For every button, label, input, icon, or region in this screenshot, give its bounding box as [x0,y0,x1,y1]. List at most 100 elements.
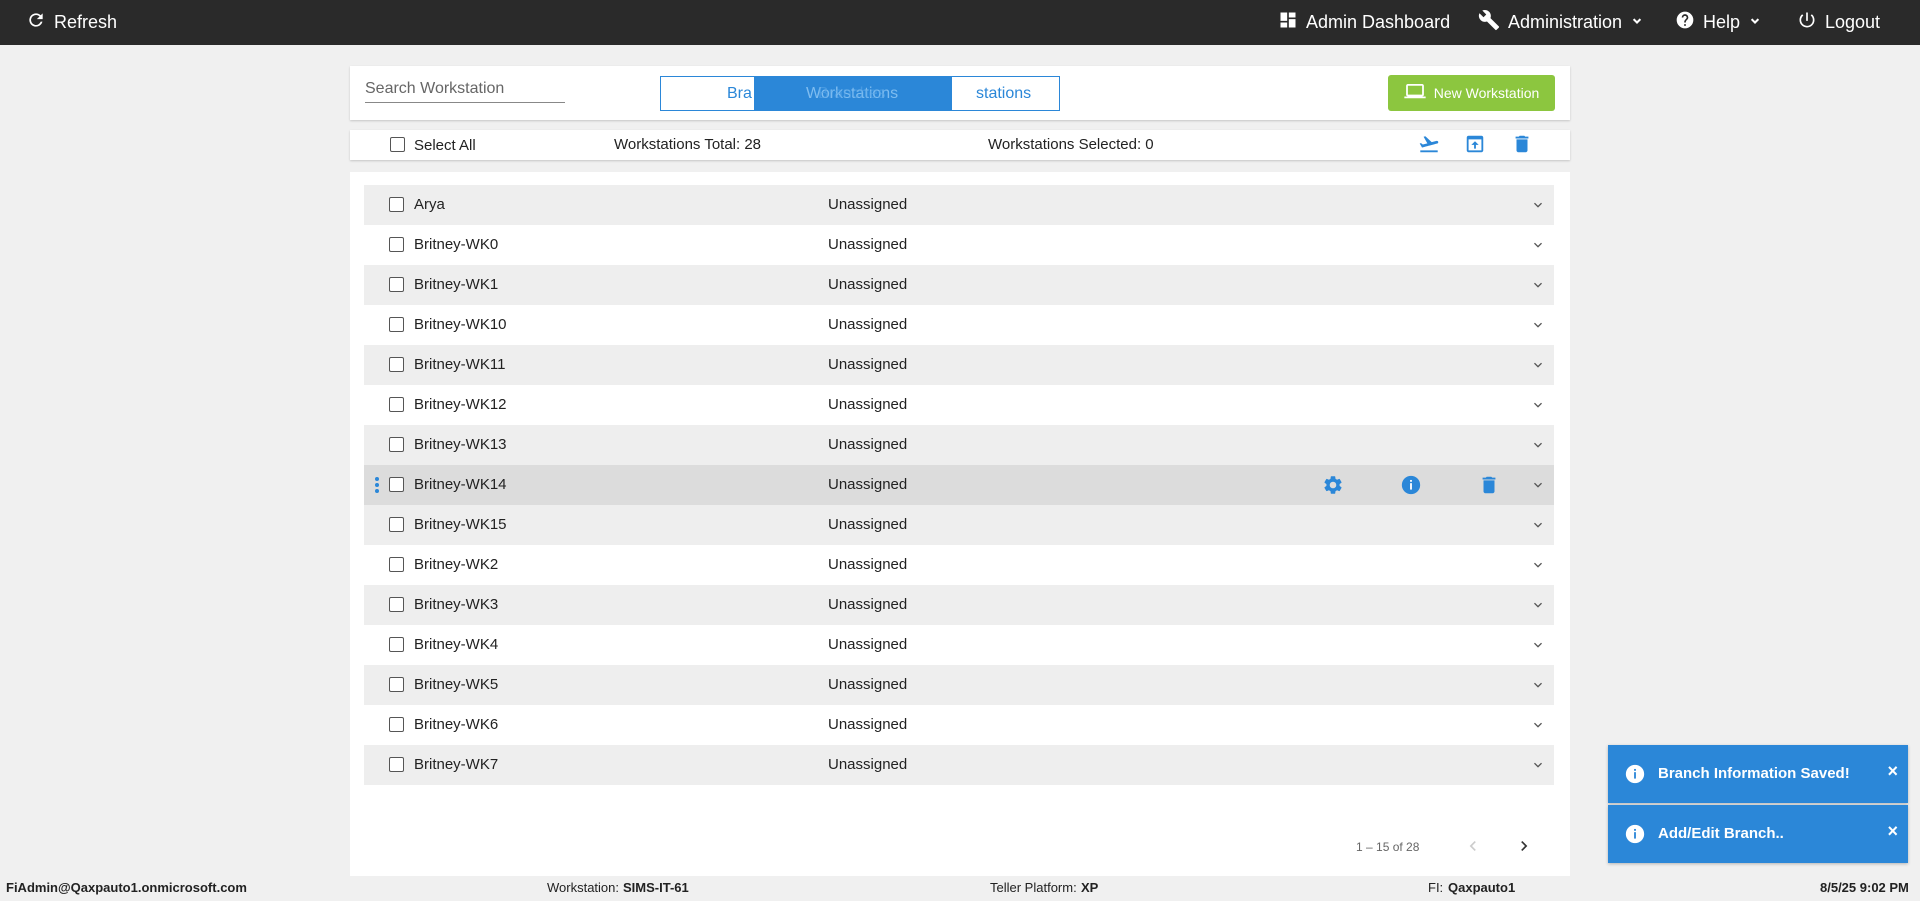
row-checkbox[interactable] [389,477,404,492]
tab-workstations-right[interactable]: stations [976,77,1031,110]
row-checkbox[interactable] [389,437,404,452]
row-checkbox[interactable] [389,557,404,572]
table-row[interactable]: Britney-WK7 Unassigned [364,745,1554,785]
branch-assignment: Unassigned [828,636,908,653]
next-page-button[interactable] [1514,836,1534,861]
table-row[interactable]: Britney-WK13 Unassigned [364,425,1554,465]
row-checkbox[interactable] [389,317,404,332]
drag-handle-icon[interactable] [374,476,380,498]
row-checkbox[interactable] [389,237,404,252]
settings-gear-icon[interactable] [1322,474,1344,500]
row-checkbox[interactable] [389,397,404,412]
row-checkbox[interactable] [389,677,404,692]
toast-message: Branch Information Saved! [1658,765,1850,782]
expand-chevron-icon[interactable] [1530,757,1546,777]
branch-assignment: Unassigned [828,276,908,293]
upload-icon[interactable] [1464,133,1486,159]
row-checkbox[interactable] [389,197,404,212]
delete-icon[interactable] [1478,474,1500,500]
expand-chevron-icon[interactable] [1530,197,1546,217]
wrench-icon [1478,9,1500,36]
prev-page-button[interactable] [1463,836,1483,861]
row-checkbox[interactable] [389,757,404,772]
info-icon[interactable] [1400,474,1422,500]
footer-user: FiAdmin@Qaxpauto1.onmicrosoft.com [6,880,247,895]
new-workstation-button[interactable]: New Workstation [1388,75,1555,111]
branch-assignment: Unassigned [828,596,908,613]
laptop-icon [1404,83,1426,103]
table-row[interactable]: Arya Unassigned [364,185,1554,225]
expand-chevron-icon[interactable] [1530,357,1546,377]
table-row[interactable]: Britney-WK2 Unassigned [364,545,1554,585]
expand-chevron-icon[interactable] [1530,517,1546,537]
branch-assignment: Unassigned [828,236,908,253]
table-row[interactable]: Britney-WK4 Unassigned [364,625,1554,665]
flight-takeoff-icon[interactable] [1418,133,1440,159]
expand-chevron-icon[interactable] [1530,677,1546,697]
branch-assignment: Unassigned [828,516,908,533]
row-checkbox[interactable] [389,637,404,652]
expand-chevron-icon[interactable] [1530,317,1546,337]
info-icon [1624,823,1646,849]
chevron-down-icon [1630,12,1644,33]
expand-chevron-icon[interactable] [1530,477,1546,497]
workstation-name: Britney-WK0 [414,236,499,253]
status-footer: FiAdmin@Qaxpauto1.onmicrosoft.com Workst… [0,876,1920,901]
toast-notification: Branch Information Saved! × [1608,745,1908,803]
table-row[interactable]: Britney-WK3 Unassigned [364,585,1554,625]
delete-all-icon[interactable] [1511,133,1533,159]
toast-message: Add/Edit Branch.. [1658,825,1784,842]
help-menu[interactable]: Help [1675,0,1762,45]
table-row[interactable]: Britney-WK10 Unassigned [364,305,1554,345]
workstation-toolbar: Search Workstation Bra Workstations Bran… [350,66,1570,120]
toast-close-button[interactable]: × [1887,761,1898,782]
branch-assignment: Unassigned [828,716,908,733]
table-row[interactable]: Britney-WK0 Unassigned [364,225,1554,265]
row-checkbox[interactable] [389,517,404,532]
pagination-range: 1 – 15 of 28 [1356,840,1420,854]
row-checkbox[interactable] [389,357,404,372]
branch-assignment: Unassigned [828,436,908,453]
expand-chevron-icon[interactable] [1530,637,1546,657]
row-checkbox[interactable] [389,277,404,292]
workstations-selected: Workstations Selected: 0 [988,136,1154,153]
refresh-button[interactable]: Refresh [26,0,117,45]
power-icon [1797,10,1817,35]
expand-chevron-icon[interactable] [1530,277,1546,297]
table-row[interactable]: Britney-WK15 Unassigned [364,505,1554,545]
expand-chevron-icon[interactable] [1530,717,1546,737]
admin-dashboard-link[interactable]: Admin Dashboard [1278,0,1450,45]
toast-close-button[interactable]: × [1887,821,1898,842]
branch-assignment: Unassigned [828,196,908,213]
selection-summary-bar: Select All Workstations Total: 28 Workst… [350,130,1570,160]
footer-workstation-value: SIMS-IT-61 [623,880,689,895]
table-row[interactable]: Britney-WK11 Unassigned [364,345,1554,385]
table-row[interactable]: Britney-WK5 Unassigned [364,665,1554,705]
footer-datetime: 8/5/25 9:02 PM [1820,880,1909,895]
expand-chevron-icon[interactable] [1530,437,1546,457]
tab-branches[interactable]: Bra [727,77,752,110]
branch-assignment: Unassigned [828,316,908,333]
select-all-label: Select All [414,137,476,154]
table-row[interactable]: Britney-WK14 Unassigned [364,465,1554,505]
expand-chevron-icon[interactable] [1530,597,1546,617]
table-row[interactable]: Britney-WK12 Unassigned [364,385,1554,425]
table-row[interactable]: Britney-WK6 Unassigned [364,705,1554,745]
administration-label: Administration [1508,12,1623,32]
logout-button[interactable]: Logout [1797,0,1880,45]
select-all-checkbox[interactable] [390,137,405,152]
workstation-name: Britney-WK12 [414,396,507,413]
search-input[interactable]: Search Workstation [365,80,565,103]
administration-menu[interactable]: Administration [1478,0,1644,45]
table-row[interactable]: Britney-WK1 Unassigned [364,265,1554,305]
tab-workstations[interactable]: Workstations Branches [754,77,952,110]
expand-chevron-icon[interactable] [1530,237,1546,257]
row-checkbox[interactable] [389,597,404,612]
expand-chevron-icon[interactable] [1530,397,1546,417]
top-nav-bar: Refresh Admin Dashboard Administration H… [0,0,1920,45]
expand-chevron-icon[interactable] [1530,557,1546,577]
row-checkbox[interactable] [389,717,404,732]
workstation-name: Britney-WK13 [414,436,507,453]
workstation-name: Arya [414,196,445,213]
workstation-name: Britney-WK14 [414,476,507,493]
